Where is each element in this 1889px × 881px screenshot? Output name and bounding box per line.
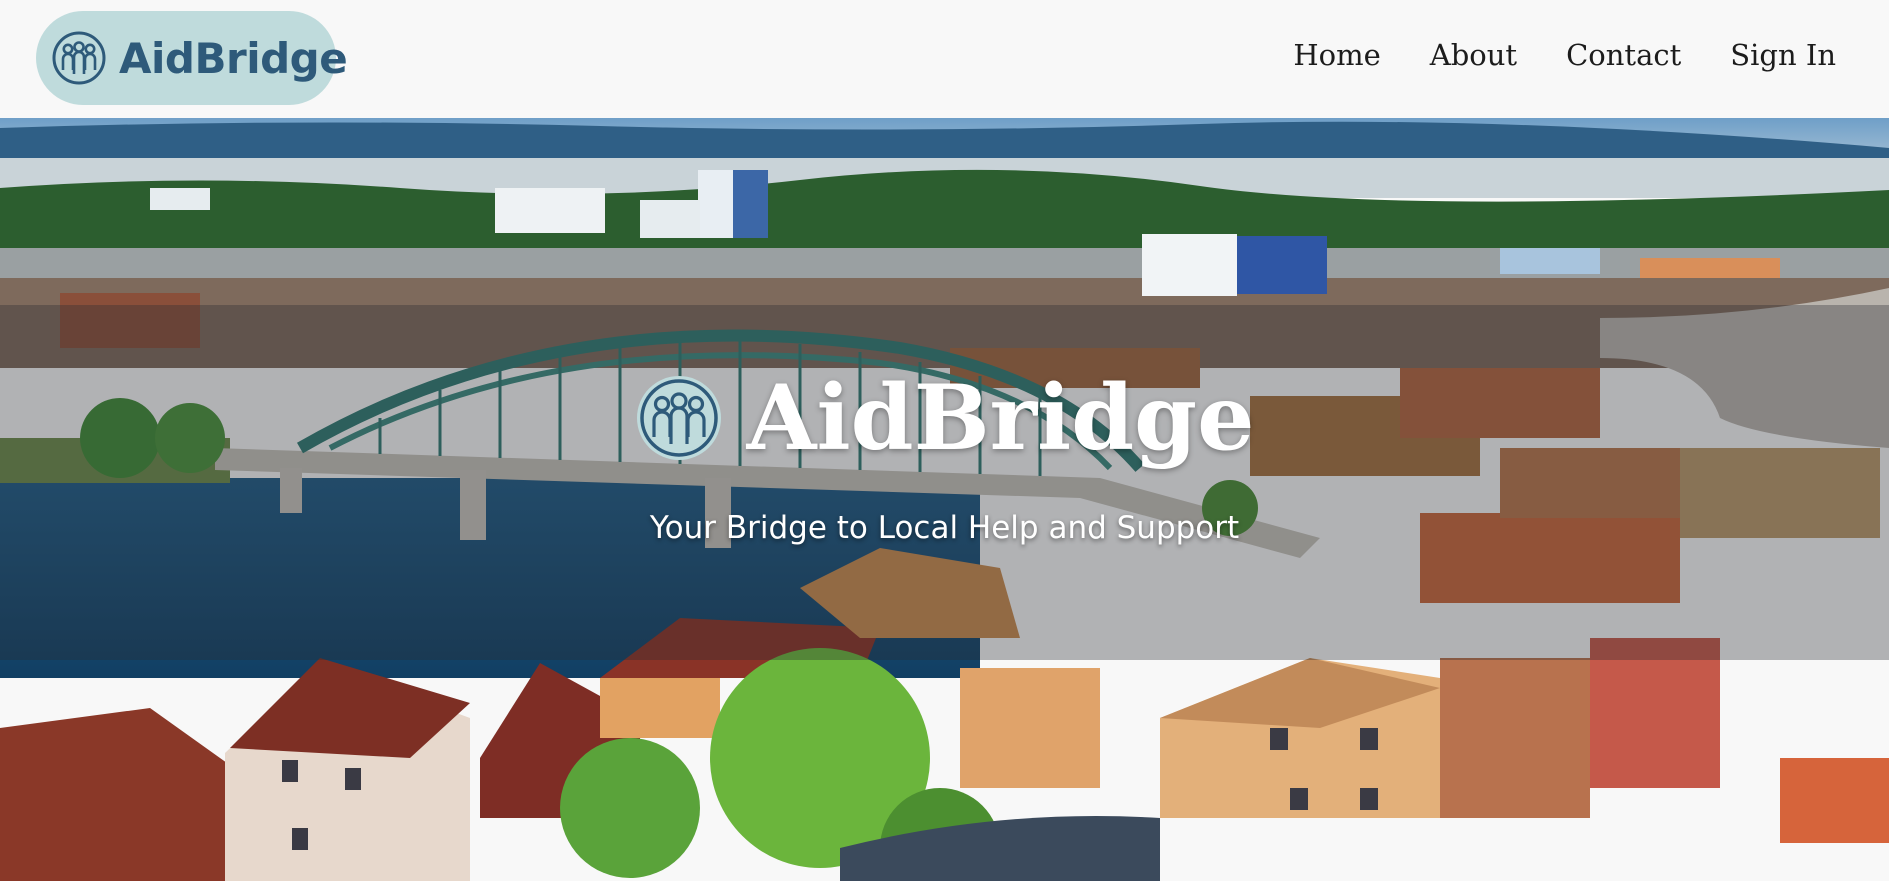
hero-title-row: AidBridge <box>0 373 1889 463</box>
people-group-icon <box>635 374 723 462</box>
brand-logo[interactable]: AidBridge <box>36 11 348 105</box>
nav-sign-in-link[interactable]: Sign In <box>1730 38 1836 72</box>
main-nav: Home About Contact Sign In <box>1293 38 1836 72</box>
hero-subtitle: Your Bridge to Local Help and Support <box>649 510 1240 546</box>
nav-home-link[interactable]: Home <box>1293 38 1380 72</box>
hero-title: AidBridge <box>746 365 1255 471</box>
nav-about-link[interactable]: About <box>1430 38 1517 72</box>
hero-section: AidBridge Your Bridge to Local Help and … <box>0 118 1889 881</box>
nav-contact-link[interactable]: Contact <box>1566 38 1681 72</box>
hero-overlay <box>0 305 1889 660</box>
people-group-icon <box>51 30 107 86</box>
brand-name: AidBridge <box>119 33 348 83</box>
navbar: AidBridge Home About Contact Sign In <box>0 0 1889 118</box>
